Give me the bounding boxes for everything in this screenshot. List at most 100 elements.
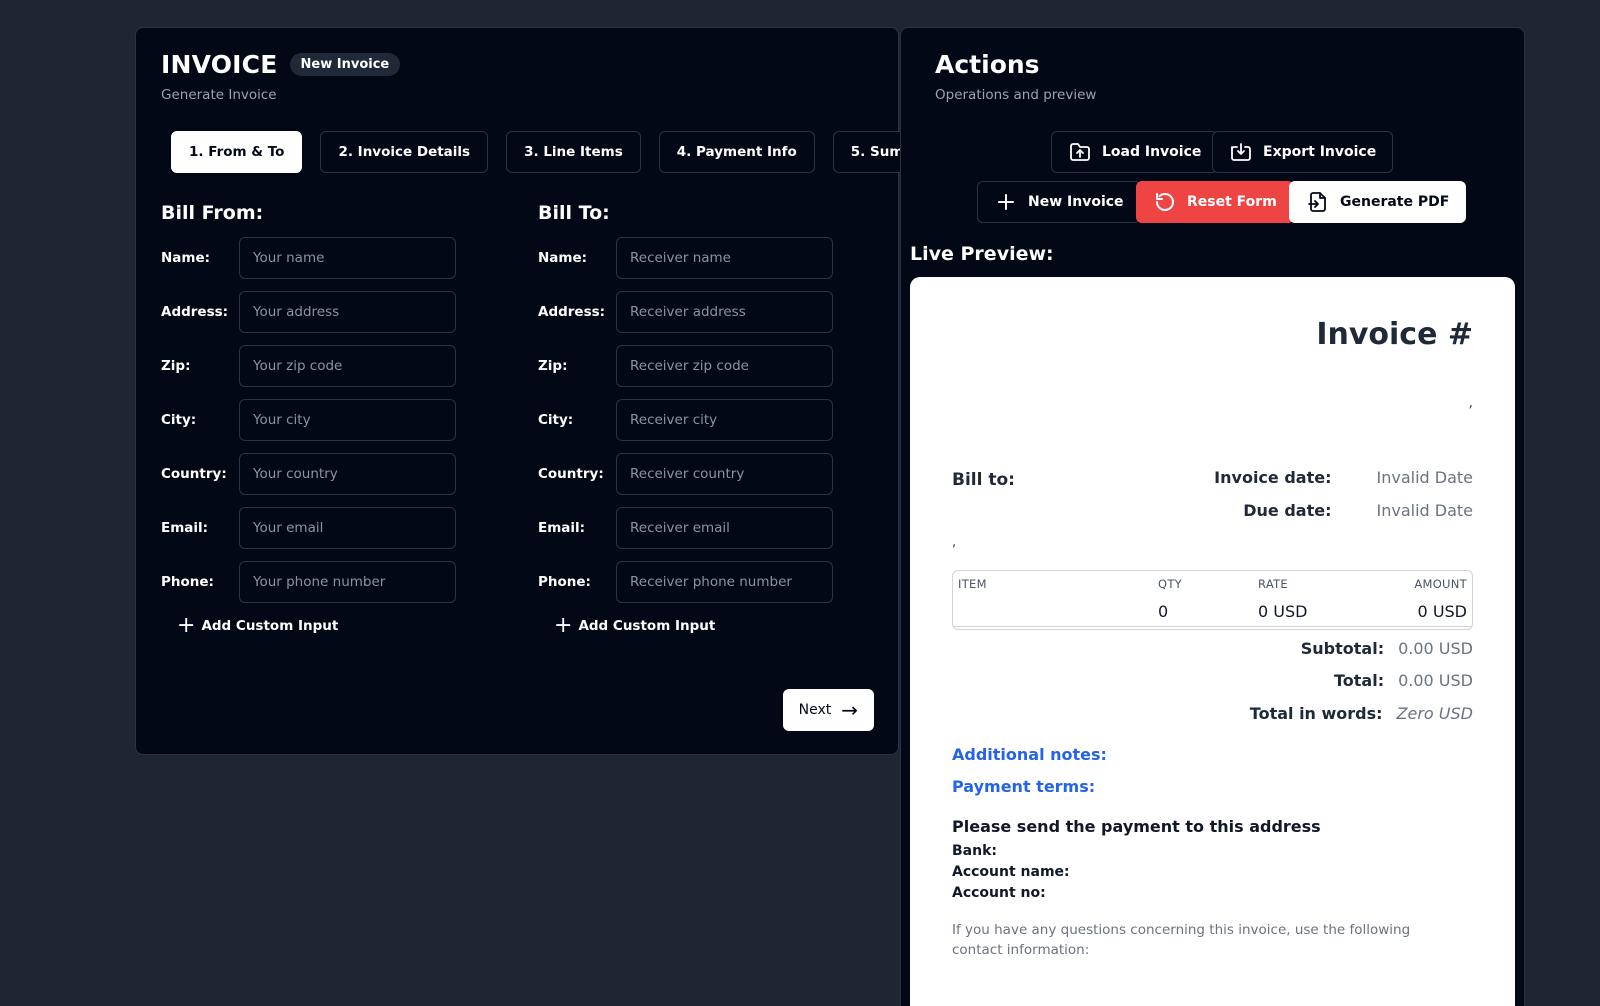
arrow-right-icon: → bbox=[841, 698, 858, 722]
payment-address-heading: Please send the payment to this address bbox=[952, 817, 1321, 836]
reset-form-button[interactable]: Reset Form bbox=[1136, 181, 1294, 223]
bill-from-country-input[interactable] bbox=[239, 453, 456, 495]
bill-to-title: Bill To: bbox=[538, 202, 610, 224]
field-label: Email: bbox=[538, 520, 586, 536]
bill-to-city-row: City: bbox=[538, 399, 858, 441]
table-cell-rate: 0 USD bbox=[1258, 602, 1308, 621]
table-cell-amount: 0 USD bbox=[1417, 602, 1467, 621]
tab-invoice-details[interactable]: 2. Invoice Details bbox=[320, 131, 489, 173]
page-title: INVOICE bbox=[161, 50, 278, 79]
preview-sender-address: , bbox=[1468, 395, 1473, 411]
live-preview-label: Live Preview: bbox=[910, 243, 1054, 265]
invoice-form-card: INVOICE New Invoice Generate Invoice 1. … bbox=[135, 27, 961, 755]
bill-from-country-row: Country: bbox=[161, 453, 481, 495]
bill-from-title: Bill From: bbox=[161, 202, 264, 224]
field-label: Country: bbox=[538, 466, 604, 482]
payment-terms-label: Payment terms: bbox=[952, 777, 1096, 796]
file-export-icon bbox=[1308, 192, 1326, 212]
export-invoice-label[interactable]: Export Invoice bbox=[1263, 144, 1376, 160]
bill-to-address-row: Address: bbox=[538, 291, 858, 333]
bill-from-email-input[interactable] bbox=[239, 507, 456, 549]
bill-to-country-input[interactable] bbox=[616, 453, 833, 495]
tab-line-items[interactable]: 3. Line Items bbox=[506, 131, 641, 173]
bill-from-phone-row: Phone: bbox=[161, 561, 481, 603]
bill-from-zip-input[interactable] bbox=[239, 345, 456, 387]
preview-title: Invoice # bbox=[1316, 317, 1473, 352]
preview-bill-to: Bill to: bbox=[952, 470, 1015, 490]
total-row: Total: 0.00 USD bbox=[1334, 671, 1473, 690]
next-button[interactable]: Next → bbox=[782, 689, 874, 731]
load-invoice-label: Load Invoice bbox=[1102, 144, 1202, 160]
line-items-table: ITEM QTY RATE AMOUNT 0 0 USD 0 USD bbox=[952, 570, 1473, 630]
new-invoice-label: New Invoice bbox=[1028, 194, 1124, 210]
table-header-item: ITEM bbox=[958, 577, 987, 591]
bill-to-zip-input[interactable] bbox=[616, 345, 833, 387]
generate-pdf-label: Generate PDF bbox=[1340, 194, 1450, 210]
bill-to-email-input[interactable] bbox=[616, 507, 833, 549]
additional-notes-label: Additional notes: bbox=[952, 745, 1107, 764]
reset-icon bbox=[1156, 193, 1174, 211]
actions-card: Actions Operations and preview Load Invo… bbox=[900, 27, 1525, 1006]
subtotal-row: Subtotal: 0.00 USD bbox=[1301, 639, 1473, 658]
total-label: Total: bbox=[1333, 671, 1385, 690]
preview-invoice-date: Invoice date: Invalid Date bbox=[1214, 468, 1473, 487]
total-words-row: Total in words: Zero USD bbox=[1250, 704, 1473, 723]
export-invoice-button[interactable]: Export Invoice bbox=[1212, 131, 1394, 173]
subtotal-value: 0.00 USD bbox=[1398, 639, 1473, 658]
due-date-value: Invalid Date bbox=[1376, 501, 1473, 520]
bill-from-phone-input[interactable] bbox=[239, 561, 456, 603]
contact-note: If you have any questions concerning thi… bbox=[952, 922, 1411, 958]
preview-receiver-address: , bbox=[952, 535, 957, 550]
actions-title: Actions bbox=[935, 50, 1040, 79]
bill-from-add-custom-button[interactable]: + Add Custom Input bbox=[177, 615, 481, 637]
plus-icon: + bbox=[554, 613, 573, 638]
load-invoice-button[interactable]: Load Invoice bbox=[1051, 131, 1219, 173]
form-header: INVOICE New Invoice Generate Invoice bbox=[161, 50, 401, 103]
tab-from-to[interactable]: 1. From & To bbox=[171, 131, 303, 173]
step-tabs: 1. From & To 2. Invoice Details 3. Line … bbox=[171, 131, 961, 173]
page: INVOICE New Invoice Generate Invoice 1. … bbox=[0, 0, 1600, 1006]
actions-subtitle: Operations and preview bbox=[935, 87, 1097, 103]
field-label: Name: bbox=[538, 250, 588, 266]
field-label: Name: bbox=[161, 250, 211, 266]
tab-payment-info[interactable]: 4. Payment Info bbox=[658, 131, 815, 173]
account-no-label: Account no: bbox=[952, 885, 1046, 901]
plus-icon: + bbox=[177, 613, 196, 638]
bill-to-country-row: Country: bbox=[538, 453, 858, 495]
field-label: Phone: bbox=[161, 574, 214, 590]
due-date-label: Due date: bbox=[1243, 501, 1332, 520]
bill-from-name-row: Name: bbox=[161, 237, 481, 279]
bill-to-add-custom-button[interactable]: + Add Custom Input bbox=[554, 615, 858, 637]
bill-to-phone-row: Phone: bbox=[538, 561, 858, 603]
new-invoice-button[interactable]: New Invoice bbox=[977, 181, 1141, 223]
bill-from-zip-row: Zip: bbox=[161, 345, 481, 387]
bill-to-city-input[interactable] bbox=[616, 399, 833, 441]
preview-due-date: Due date: Invalid Date bbox=[1243, 501, 1473, 520]
field-label: Country: bbox=[161, 466, 227, 482]
account-name-label: Account name: bbox=[952, 864, 1070, 880]
status-badge: New Invoice bbox=[289, 53, 401, 76]
bill-to-zip-row: Zip: bbox=[538, 345, 858, 387]
table-cell-qty: 0 bbox=[1158, 602, 1169, 621]
actions-header: Actions Operations and preview bbox=[935, 50, 1096, 103]
bill-to-phone-input[interactable] bbox=[616, 561, 833, 603]
field-label: Address: bbox=[161, 304, 229, 320]
bill-to-name-input[interactable] bbox=[616, 237, 833, 279]
table-divider bbox=[953, 626, 1472, 627]
field-label: Address: bbox=[538, 304, 606, 320]
field-label: Zip: bbox=[538, 358, 568, 374]
bill-from-address-input[interactable] bbox=[239, 291, 456, 333]
total-value: 0.00 USD bbox=[1398, 671, 1473, 690]
bill-to-email-row: Email: bbox=[538, 507, 858, 549]
field-label: Phone: bbox=[538, 574, 591, 590]
bill-from-name-input[interactable] bbox=[239, 237, 456, 279]
next-label: Next bbox=[798, 702, 832, 718]
invoice-date-value: Invalid Date bbox=[1376, 468, 1473, 487]
upload-folder-icon bbox=[1070, 143, 1090, 161]
bill-from-city-input[interactable] bbox=[239, 399, 456, 441]
bill-to-address-input[interactable] bbox=[616, 291, 833, 333]
table-header-rate: RATE bbox=[1258, 577, 1288, 591]
bank-label: Bank: bbox=[952, 843, 997, 859]
generate-pdf-button[interactable]: Generate PDF bbox=[1289, 181, 1467, 223]
total-words-label: Total in words: bbox=[1249, 704, 1383, 723]
